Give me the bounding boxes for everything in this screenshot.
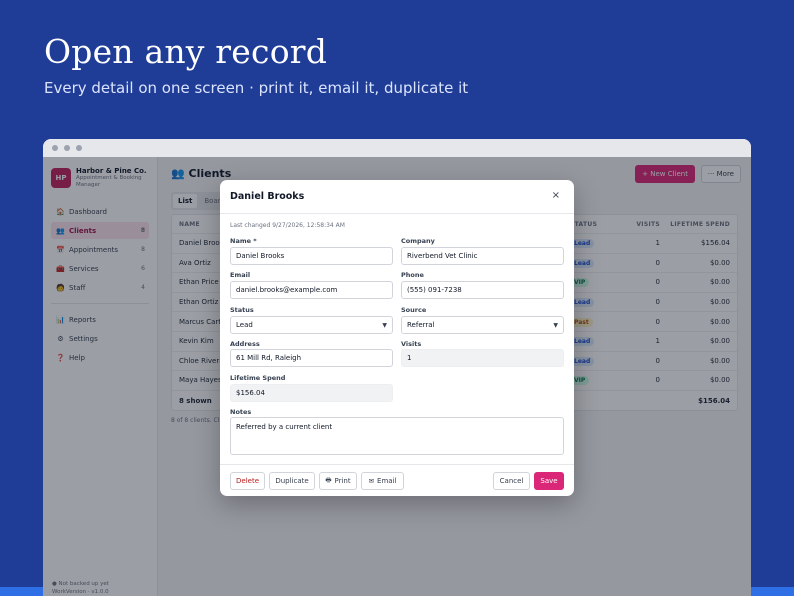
source-select-value: Referral [407,321,435,329]
notes-label: Notes [230,408,252,416]
name-field[interactable]: Daniel Brooks [230,247,393,265]
address-field[interactable]: 61 Mill Rd, Raleigh [230,349,393,367]
notes-textarea[interactable]: Referred by a current client [230,417,564,455]
name-label: Name * [230,237,257,245]
client-record-modal: Daniel Brooks × Last changed 9/27/2026, … [220,180,574,496]
save-button[interactable]: Save [534,472,564,490]
window-dot-icon[interactable] [52,145,58,151]
window-titlebar [43,139,751,157]
last-changed: Last changed 9/27/2026, 12:58:34 AM [230,222,345,229]
source-select[interactable]: Referral ▼ [401,316,564,334]
modal-footer: Delete Duplicate 🖶 Print ✉ Email Cancel … [220,464,574,496]
source-label: Source [401,306,427,314]
email-field[interactable]: daniel.brooks@example.com [230,281,393,299]
phone-label: Phone [401,271,424,279]
duplicate-button[interactable]: Duplicate [269,472,315,490]
email-button-label: Email [377,477,397,485]
window-dot-icon[interactable] [64,145,70,151]
chevron-down-icon: ▼ [382,321,387,329]
cancel-button[interactable]: Cancel [493,472,530,490]
printer-icon: 🖶 [325,475,332,484]
visits-field: 1 [401,349,564,367]
status-select-value: Lead [236,321,253,329]
chevron-down-icon: ▼ [553,321,558,329]
email-label: Email [230,271,251,279]
close-icon[interactable]: × [552,190,560,201]
phone-field[interactable]: (555) 091-7238 [401,281,564,299]
delete-button[interactable]: Delete [230,472,265,490]
address-label: Address [230,340,260,348]
email-button[interactable]: ✉ Email [361,472,404,490]
spend-field: $156.04 [230,384,393,402]
company-label: Company [401,237,435,245]
company-field[interactable]: Riverbend Vet Clinic [401,247,564,265]
modal-title: Daniel Brooks [230,191,305,202]
modal-header: Daniel Brooks × [220,180,574,214]
spend-label: Lifetime Spend [230,374,286,382]
visits-label: Visits [401,340,422,348]
status-select[interactable]: Lead ▼ [230,316,393,334]
print-button-label: Print [334,477,351,485]
print-button[interactable]: 🖶 Print [319,472,357,490]
window-dot-icon[interactable] [76,145,82,151]
hero-title: Open any record [44,32,328,71]
status-label: Status [230,306,254,314]
hero-subtitle: Every detail on one screen · print it, e… [44,79,469,97]
envelope-icon: ✉ [368,477,375,485]
